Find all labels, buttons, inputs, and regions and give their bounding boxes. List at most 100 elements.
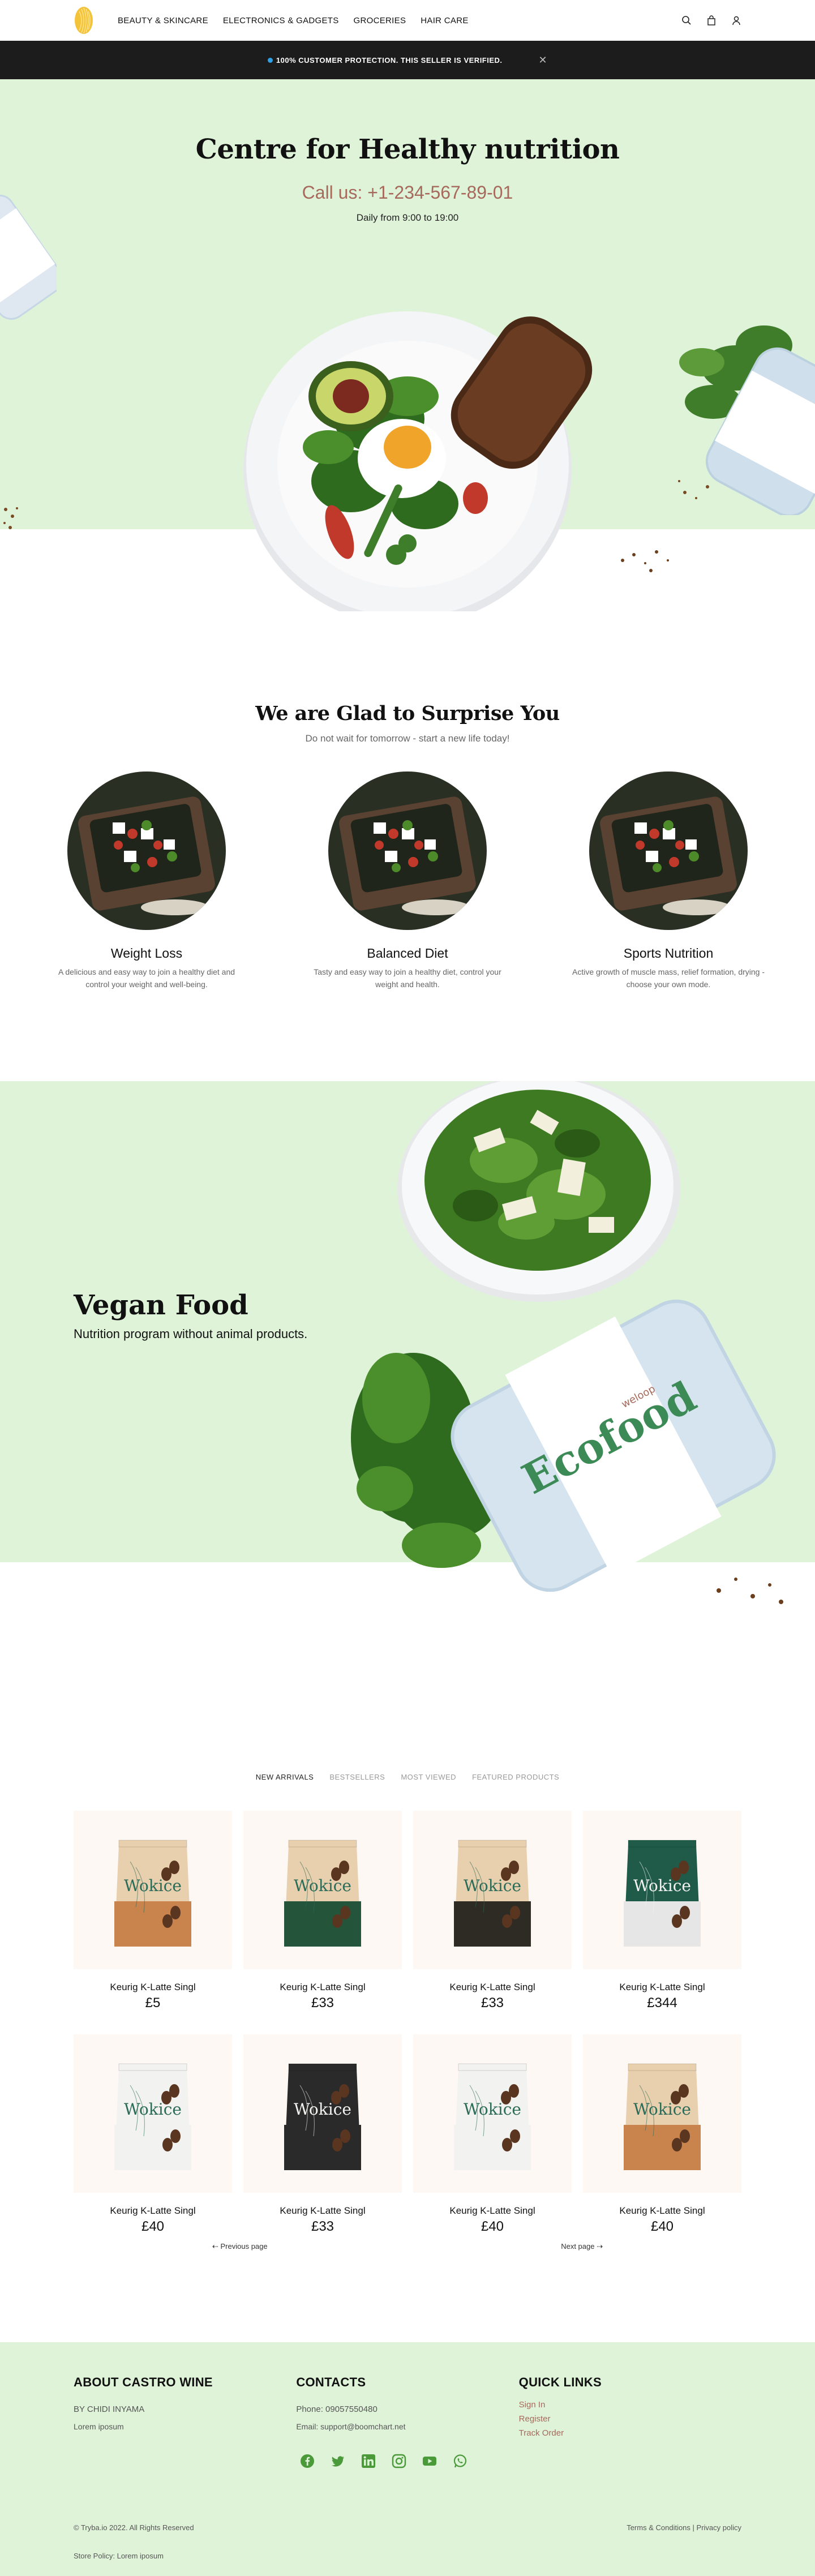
verified-notice-bar: 100% CUSTOMER PROTECTION. THIS SELLER IS… [0, 41, 815, 79]
whatsapp-icon[interactable] [453, 2454, 467, 2468]
footer-about-text: Lorem iposum [74, 2422, 124, 2431]
bag-brand: Wokice [464, 2100, 521, 2119]
hero-hours: Daily from 9:00 to 19:00 [356, 212, 459, 223]
notice-text: 100% CUSTOMER PROTECTION. THIS SELLER IS… [276, 55, 503, 65]
program-card-weight-loss[interactable]: Weight Loss A delicious and easy way to … [50, 771, 243, 991]
facebook-icon[interactable] [300, 2454, 315, 2468]
vegan-section: Vegan Food Nutrition program without ani… [0, 1081, 815, 1681]
twitter-icon[interactable] [331, 2454, 345, 2468]
footer-about: ABOUT CASTRO WINE BY CHIDI INYAMA Lorem … [74, 2375, 296, 2438]
nav-hair-care[interactable]: HAIR CARE [421, 16, 468, 25]
track-order-link[interactable]: Track Order [519, 2428, 741, 2438]
product-card[interactable]: Wokice Keurig K-Latte Singl £344 [583, 1811, 741, 2023]
program-card-balanced-diet[interactable]: Balanced Diet Tasty and easy way to join… [311, 771, 504, 991]
surprise-subtitle: Do not wait for tomorrow - start a new l… [305, 733, 510, 744]
footer-phone[interactable]: Phone: 09057550480 [296, 2404, 518, 2414]
product-price: £40 [650, 2219, 674, 2234]
hero-phone[interactable]: Call us: +1-234-567-89-01 [0, 182, 815, 203]
footer-contacts: CONTACTS Phone: 09057550480 Email: suppo… [296, 2375, 518, 2438]
instagram-icon[interactable] [392, 2454, 406, 2468]
hero-title: Centre for Healthy nutrition [195, 134, 620, 165]
user-icon[interactable] [731, 15, 741, 25]
product-card[interactable]: Wokice Keurig K-Latte Singl £5 [74, 1811, 232, 2023]
coffee-bag-image[interactable]: Wokice [74, 2034, 232, 2193]
nav-beauty-skincare[interactable]: BEAUTY & SKINCARE [118, 16, 208, 25]
product-price: £33 [311, 2219, 334, 2234]
tab-featured-products[interactable]: FEATURED PRODUCTS [472, 1773, 559, 1781]
close-icon[interactable]: ✕ [539, 54, 548, 66]
product-card[interactable]: Wokice Keurig K-Latte Singl £40 [583, 2034, 741, 2247]
footer-columns: ABOUT CASTRO WINE BY CHIDI INYAMA Lorem … [74, 2375, 741, 2438]
seeds-left-image [3, 507, 18, 529]
verified-dot-icon [267, 57, 273, 63]
bag-brand: Wokice [294, 1876, 351, 1895]
healthy-plate-image [243, 311, 593, 611]
product-card[interactable]: Wokice Keurig K-Latte Singl £40 [74, 2034, 232, 2247]
coffee-bag-image[interactable]: Wokice [243, 1811, 402, 1969]
coffee-bag-image[interactable]: Wokice [583, 1811, 741, 1969]
register-link[interactable]: Register [519, 2414, 741, 2424]
tab-bestsellers[interactable]: BESTSELLERS [329, 1773, 385, 1781]
product-price: £33 [311, 1995, 334, 2011]
product-price: £5 [145, 1995, 161, 2011]
coffee-bag-image[interactable]: Wokice [413, 1811, 572, 1969]
brand-logo-icon[interactable] [74, 6, 94, 35]
product-card[interactable]: Wokice Keurig K-Latte Singl £33 [413, 1811, 572, 2023]
footer-about-by: BY CHIDI INYAMA [74, 2404, 145, 2414]
footer-contacts-title: CONTACTS [296, 2375, 366, 2389]
linkedin-icon[interactable] [361, 2454, 376, 2468]
search-icon[interactable] [681, 15, 692, 25]
privacy-link[interactable]: Privacy policy [697, 2523, 741, 2532]
nav-electronics-gadgets[interactable]: ELECTRONICS & GADGETS [223, 16, 339, 25]
tab-most-viewed[interactable]: MOST VIEWED [401, 1773, 456, 1781]
nav-groceries[interactable]: GROCERIES [354, 16, 406, 25]
terms-link[interactable]: Terms & Conditions [627, 2523, 690, 2532]
footer-links-title: QUICK LINKS [518, 2375, 602, 2389]
youtube-icon[interactable] [422, 2454, 437, 2468]
surprise-section: We are Glad to Surprise You Do not wait … [0, 645, 815, 1081]
footer-bottom: © Tryba.io 2022. All Rights Reserved Ter… [74, 2523, 741, 2532]
product-name[interactable]: Keurig K-Latte Singl [413, 2205, 572, 2217]
program-card-text: Active growth of muscle mass, relief for… [572, 967, 765, 989]
coffee-bag-image[interactable]: Wokice [74, 1811, 232, 1969]
coffee-bag-image[interactable]: Wokice [413, 2034, 572, 2193]
product-grid: Wokice Keurig K-Latte Singl £5 Wokice Keurig… [0, 1811, 815, 2247]
footer-email[interactable]: Email: support@boomchart.net [296, 2422, 518, 2431]
copyright: © Tryba.io 2022. All Rights Reserved [74, 2523, 194, 2532]
product-price: £344 [647, 1995, 677, 2011]
next-page-link[interactable]: Next page ⇢ [561, 2242, 603, 2251]
ecofood-container-image: Ecofood weloop [351, 1299, 783, 1604]
food-container-left-image [0, 194, 57, 320]
vegan-title: Vegan Food [74, 1289, 248, 1321]
product-name[interactable]: Keurig K-Latte Singl [243, 2205, 402, 2217]
tab-new-arrivals[interactable]: NEW ARRIVALS [256, 1773, 314, 1781]
social-links [300, 2454, 741, 2468]
coffee-bag-image[interactable]: Wokice [243, 2034, 402, 2193]
coffee-bag-image[interactable]: Wokice [583, 2034, 741, 2193]
next-page-label: Next page [561, 2242, 595, 2251]
product-name[interactable]: Keurig K-Latte Singl [583, 1982, 741, 1993]
product-name[interactable]: Keurig K-Latte Singl [74, 1982, 232, 1993]
bag-icon[interactable] [706, 15, 717, 25]
program-card-title: Weight Loss [110, 946, 183, 961]
product-price: £33 [481, 1995, 504, 2011]
product-name[interactable]: Keurig K-Latte Singl [583, 2205, 741, 2217]
product-name[interactable]: Keurig K-Latte Singl [74, 2205, 232, 2217]
product-card[interactable]: Wokice Keurig K-Latte Singl £33 [243, 1811, 402, 2023]
program-card-sports-nutrition[interactable]: Sports Nutrition Active growth of muscle… [572, 771, 765, 991]
product-name[interactable]: Keurig K-Latte Singl [243, 1982, 402, 1993]
footer-quick-links: QUICK LINKS Sign In Register Track Order [519, 2375, 741, 2438]
sign-in-link[interactable]: Sign In [519, 2400, 741, 2410]
program-card-text: Tasty and easy way to join a healthy die… [314, 967, 501, 989]
salad-image [328, 771, 487, 930]
prev-page-label: Previous page [220, 2242, 268, 2251]
program-cards: Weight Loss A delicious and easy way to … [0, 771, 815, 991]
salad-image [589, 771, 748, 930]
product-card[interactable]: Wokice Keurig K-Latte Singl £33 [243, 2034, 402, 2247]
bag-brand: Wokice [294, 2100, 351, 2119]
product-card[interactable]: Wokice Keurig K-Latte Singl £40 [413, 2034, 572, 2247]
product-price: £40 [141, 2219, 165, 2234]
product-name[interactable]: Keurig K-Latte Singl [413, 1982, 572, 1993]
prev-page-link[interactable]: ⇠ Previous page [212, 2242, 268, 2251]
site-footer: ABOUT CASTRO WINE BY CHIDI INYAMA Lorem … [0, 2342, 815, 2576]
